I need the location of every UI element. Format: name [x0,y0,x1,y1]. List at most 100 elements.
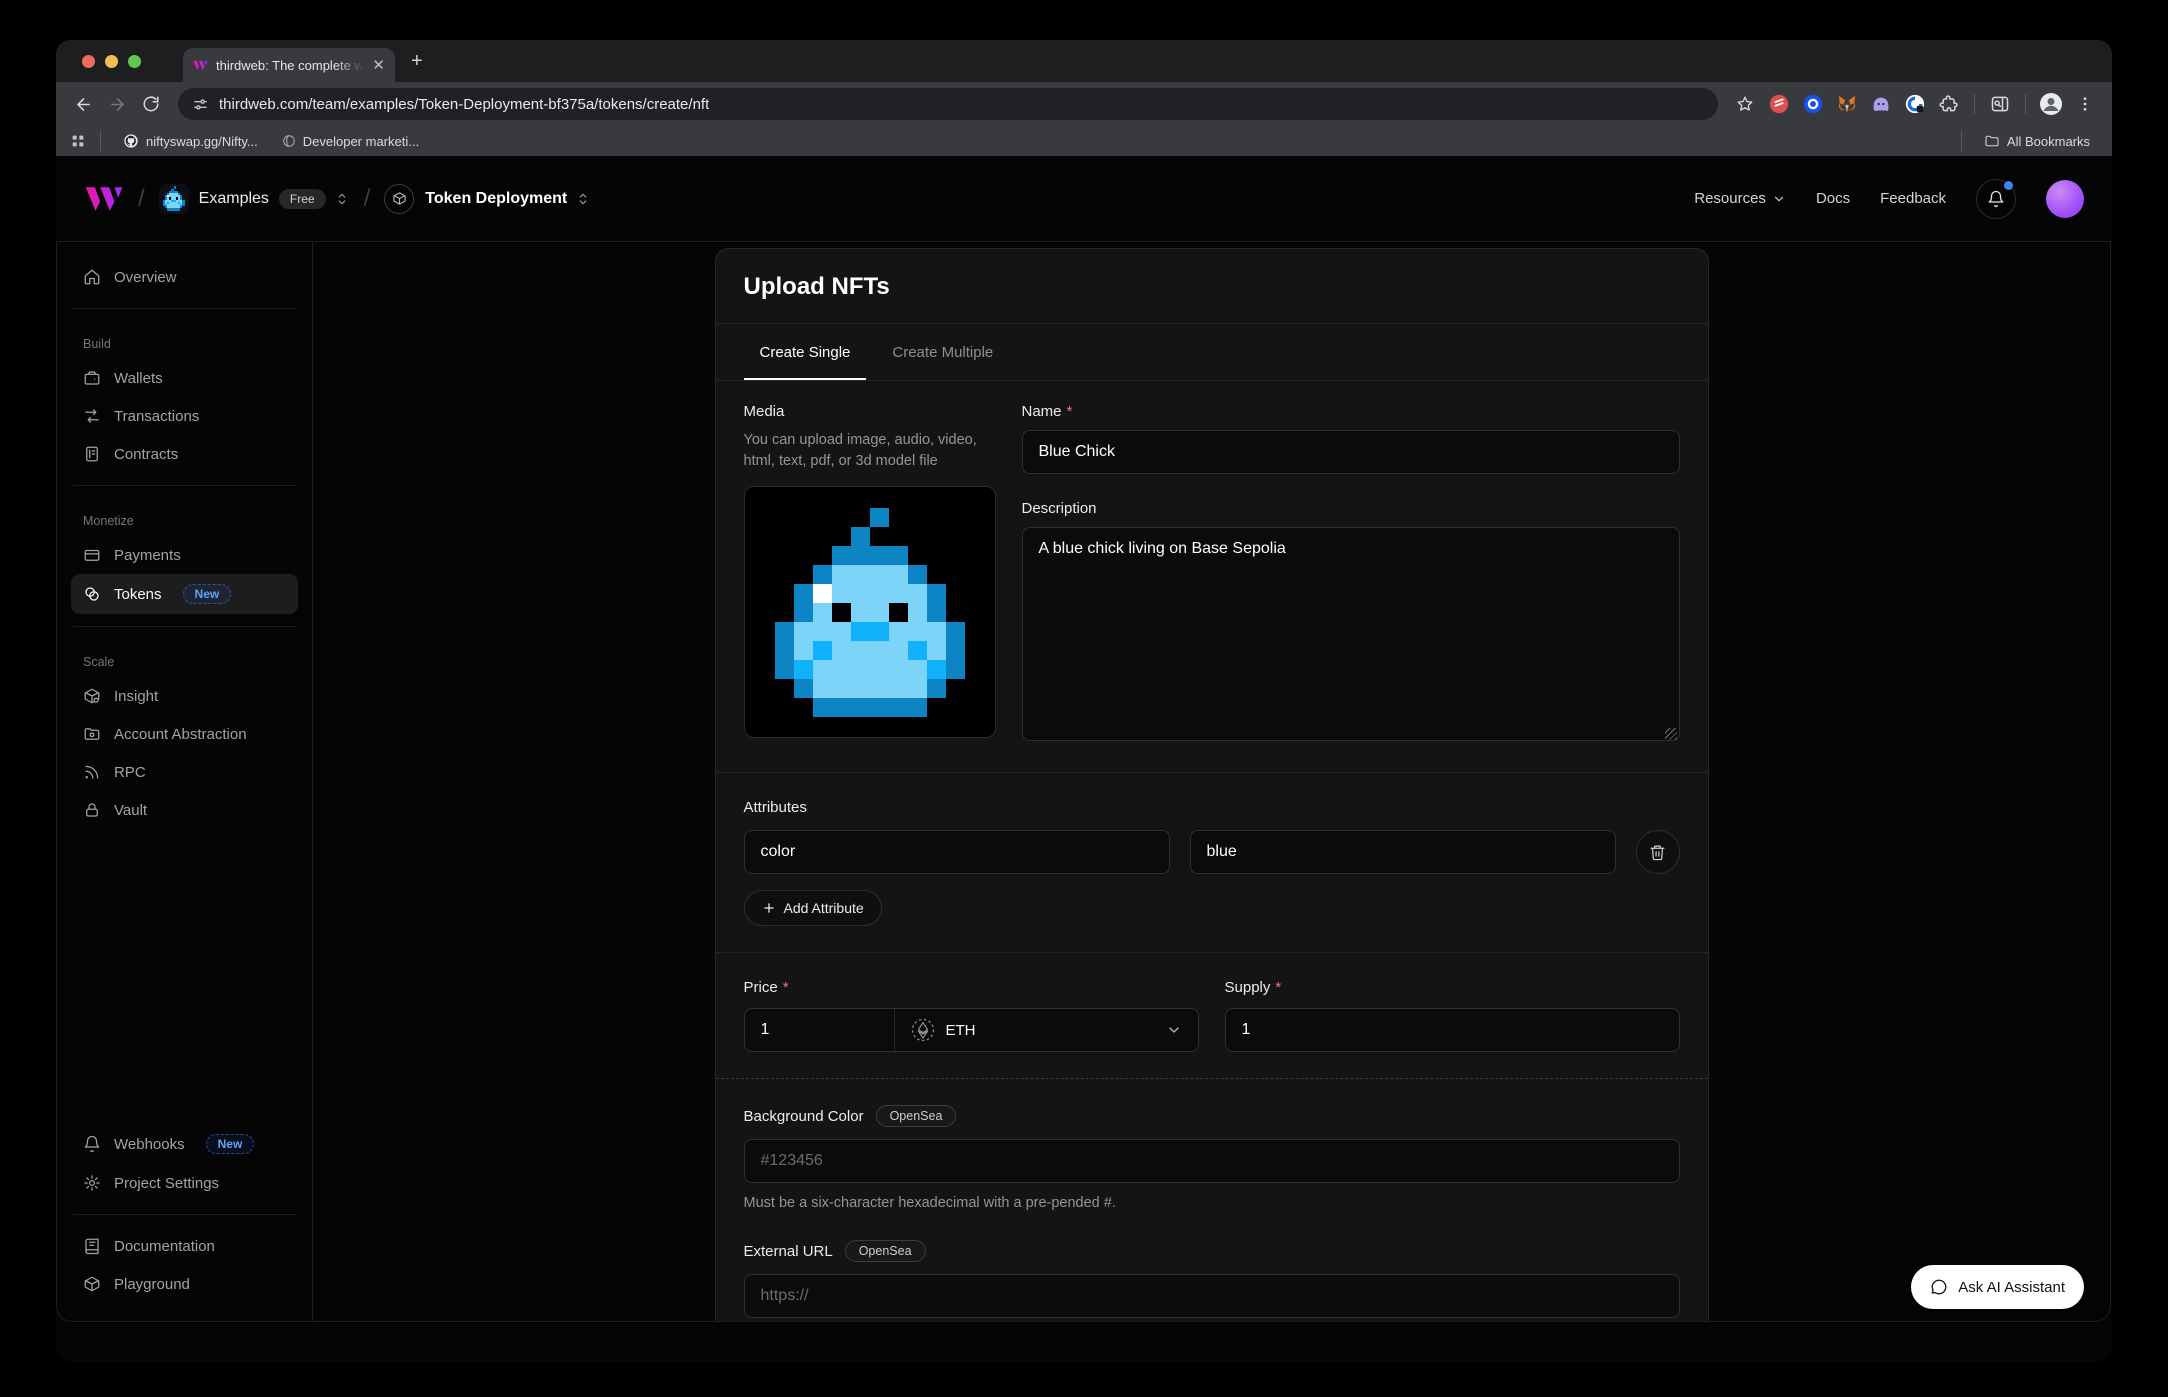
browser-window: thirdweb: The complete web3 ✕ + thirdweb… [56,40,2112,1362]
webhook-bell-icon [83,1135,101,1153]
attribute-value-input[interactable] [1190,830,1616,874]
breadcrumb-separator: / [138,185,145,213]
delete-attribute-button[interactable] [1636,830,1680,874]
bookmarks-bar: niftyswap.gg/Nifty... Developer marketi.… [56,126,2112,156]
docs-link[interactable]: Docs [1816,190,1850,207]
apps-grid-icon[interactable] [70,133,86,149]
gear-icon [83,1174,101,1192]
tab-create-multiple[interactable]: Create Multiple [876,324,1009,380]
name-label: Name* [1022,403,1680,420]
bookmark-star-icon[interactable] [1730,89,1760,119]
sidebar-item-rpc[interactable]: RPC [71,753,298,791]
sidebar-item-wallets[interactable]: Wallets [71,359,298,397]
sidebar-item-overview[interactable]: Overview [71,258,298,296]
team-switcher-icon[interactable] [334,191,350,207]
bookmark-niftyswap[interactable]: niftyswap.gg/Nifty... [115,133,266,149]
zoom-window-button[interactable] [128,55,141,68]
address-bar[interactable]: thirdweb.com/team/examples/Token-Deploym… [178,88,1718,120]
sidebar-item-project-settings[interactable]: Project Settings [71,1164,298,1202]
sidebar-label: Payments [114,547,181,564]
extension-blue-icon[interactable] [1801,92,1825,116]
clock-extension-icon[interactable] [1903,92,1927,116]
side-panel-icon[interactable] [1985,89,2015,119]
project-switcher-icon[interactable] [575,191,591,207]
section-divider [716,952,1708,953]
bookmark-developer-marketing[interactable]: Developer marketi... [274,134,427,149]
all-bookmarks-label: All Bookmarks [2007,134,2090,149]
sidebar-item-insight[interactable]: Insight [71,677,298,715]
thirdweb-favicon [193,60,208,71]
tab-title: thirdweb: The complete web3 [216,58,364,73]
back-icon[interactable] [68,89,98,119]
minimize-window-button[interactable] [105,55,118,68]
close-window-button[interactable] [82,55,95,68]
attribute-key-input[interactable] [744,830,1170,874]
sidebar-item-contracts[interactable]: Contracts [71,435,298,473]
project-icon [384,184,414,214]
extensions-puzzle-icon[interactable] [1937,92,1961,116]
description-textarea[interactable]: A blue chick living on Base Sepolia [1022,527,1680,741]
forward-icon[interactable] [102,89,132,119]
toolbar-divider-2 [2025,94,2026,114]
media-help-text: You can upload image, audio, video, html… [744,430,996,472]
sidebar-item-webhooks[interactable]: Webhooks New [71,1124,298,1164]
notifications-button[interactable] [1976,179,2016,219]
sidebar-divider [73,626,296,627]
insight-cube-icon [83,687,101,705]
section-divider [716,772,1708,773]
eth-icon [911,1018,935,1042]
phantom-icon[interactable] [1869,92,1893,116]
sidebar-item-payments[interactable]: Payments [71,536,298,574]
github-icon [123,133,139,149]
browser-tab[interactable]: thirdweb: The complete web3 ✕ [183,48,395,82]
external-url-input[interactable] [744,1274,1680,1318]
url-text: thirdweb.com/team/examples/Token-Deploym… [219,96,709,113]
media-label: Media [744,403,996,420]
add-attribute-button[interactable]: Add Attribute [744,890,882,926]
thirdweb-app: / Examples Free / Token Deployment Reso [56,156,2112,1362]
sidebar-label: Playground [114,1276,190,1293]
media-upload-preview[interactable] [744,486,996,738]
assistant-label: Ask AI Assistant [1958,1279,2065,1296]
tab-close-icon[interactable]: ✕ [372,58,385,73]
sidebar-item-account-abstraction[interactable]: Account Abstraction [71,715,298,753]
reload-icon[interactable] [136,89,166,119]
user-avatar[interactable] [2046,180,2084,218]
sidebar-item-vault[interactable]: Vault [71,791,298,829]
project-name[interactable]: Token Deployment [425,190,567,208]
extension-red-icon[interactable] [1767,92,1791,116]
team-avatar[interactable] [159,184,189,214]
sidebar-item-playground[interactable]: Playground [71,1265,298,1303]
playground-cube-icon [83,1275,101,1293]
resources-menu[interactable]: Resources [1694,190,1786,207]
browser-profile-avatar[interactable] [2039,92,2063,116]
thirdweb-logo[interactable] [84,186,124,212]
sidebar-item-tokens[interactable]: Tokens New [71,574,298,614]
browser-toolbar: thirdweb.com/team/examples/Token-Deploym… [56,82,2112,126]
team-name[interactable]: Examples [199,190,269,208]
background-color-input[interactable] [744,1139,1680,1183]
external-url-label: External URL OpenSea [744,1240,1680,1262]
tab-strip: thirdweb: The complete web3 ✕ + [56,40,2112,82]
attributes-label: Attributes [744,799,1680,816]
tab-create-single[interactable]: Create Single [744,324,867,380]
price-input[interactable] [745,1009,895,1051]
sidebar-label: Documentation [114,1238,215,1255]
site-settings-icon[interactable] [192,96,209,113]
ask-ai-assistant-button[interactable]: Ask AI Assistant [1911,1265,2084,1309]
name-input[interactable] [1022,430,1680,474]
all-bookmarks-button[interactable]: All Bookmarks [1976,133,2098,149]
feedback-link[interactable]: Feedback [1880,190,1946,207]
currency-select[interactable]: ETH [895,1009,1198,1051]
new-tab-button[interactable]: + [411,50,423,73]
sidebar-item-transactions[interactable]: Transactions [71,397,298,435]
browser-menu-kebab-icon[interactable] [2070,89,2100,119]
sidebar-section-monetize: Monetize [83,514,286,528]
supply-input[interactable] [1225,1008,1680,1052]
sidebar-item-documentation[interactable]: Documentation [71,1227,298,1265]
sidebar-label: Account Abstraction [114,726,247,743]
metamask-icon[interactable] [1835,92,1859,116]
required-asterisk: * [1067,403,1073,420]
app-header: / Examples Free / Token Deployment Reso [56,156,2112,242]
sidebar-label: RPC [114,764,146,781]
